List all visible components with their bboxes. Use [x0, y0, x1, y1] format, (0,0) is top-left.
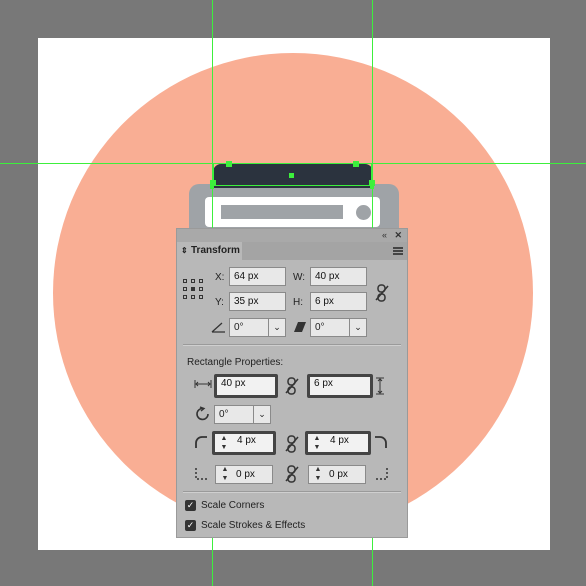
stepper-icon[interactable]: ▲ ▼ [219, 465, 231, 484]
close-icon[interactable]: ✕ [394, 230, 402, 241]
rectangle-properties-heading: Rectangle Properties: [187, 357, 284, 368]
height-icon [376, 377, 384, 395]
device-knob[interactable] [356, 205, 371, 220]
panel-menu-icon[interactable] [393, 247, 403, 255]
angle-value: 0° [234, 322, 244, 333]
reference-point-icon[interactable] [182, 278, 204, 300]
center-point [289, 173, 294, 178]
stepper-icon[interactable]: ▲ ▼ [218, 434, 230, 453]
rotation-value: 0° [219, 409, 229, 420]
divider [183, 344, 401, 346]
y-label: Y: [215, 297, 224, 308]
device-bar[interactable] [221, 205, 343, 219]
angle-dropdown[interactable]: 0° ⌄ [229, 318, 286, 337]
corner-tr-icon [375, 436, 387, 448]
rect-height-field[interactable]: 6 px [307, 374, 373, 398]
corner-br-value: 0 px [329, 469, 348, 480]
checkbox-icon[interactable]: ✓ [185, 500, 196, 511]
w-label: W: [293, 272, 306, 283]
rect-rotation-dropdown[interactable]: 0° ⌄ [214, 405, 271, 424]
corner-bl-value: 0 px [236, 469, 255, 480]
link-icon[interactable] [285, 377, 299, 395]
link-icon[interactable] [285, 435, 299, 453]
rotate-icon [196, 406, 209, 421]
x-field[interactable]: 64 px [229, 267, 286, 286]
tab-transform[interactable]: ⇕ Transform [177, 242, 242, 260]
tab-bar: ⇕ Transform [177, 242, 407, 260]
chevron-down-icon[interactable]: ⌄ [349, 319, 366, 336]
corner-tl-icon [195, 436, 207, 448]
corner-tr-value: 4 px [330, 435, 349, 446]
scale-corners-label[interactable]: Scale Corners [201, 500, 264, 511]
guide-horizontal[interactable] [0, 163, 586, 164]
shear-dropdown[interactable]: 0° ⌄ [310, 318, 367, 337]
w-field[interactable]: 40 px [310, 267, 367, 286]
rect-width-field[interactable]: 40 px [214, 374, 278, 398]
h-label: H: [293, 297, 303, 308]
corner-bl-icon [195, 468, 209, 480]
checkbox-icon[interactable]: ✓ [185, 520, 196, 531]
collapse-icon[interactable]: « [382, 230, 387, 240]
x-label: X: [215, 272, 225, 283]
stepper-icon[interactable]: ▲ ▼ [312, 465, 324, 484]
angle-icon [211, 322, 225, 333]
scale-strokes-label[interactable]: Scale Strokes & Effects [201, 520, 305, 531]
anchor-handle[interactable] [353, 161, 359, 167]
y-field[interactable]: 35 px [229, 292, 286, 311]
divider [183, 491, 401, 493]
width-icon [194, 380, 212, 388]
stepper-icon[interactable]: ▲ ▼ [311, 434, 323, 453]
shear-value: 0° [315, 322, 325, 333]
chevron-down-icon[interactable]: ⌄ [268, 319, 285, 336]
anchor-handle[interactable] [226, 161, 232, 167]
shear-icon [294, 322, 306, 332]
tab-label: Transform [191, 245, 240, 256]
panel-title-bar[interactable]: « ✕ [177, 229, 407, 242]
h-field[interactable]: 6 px [310, 292, 367, 311]
chevron-down-icon[interactable]: ⌄ [253, 406, 270, 423]
corner-br-icon [374, 468, 388, 480]
expand-arrows-icon[interactable]: ⇕ [181, 242, 188, 260]
corner-tl-value: 4 px [237, 435, 256, 446]
link-icon[interactable] [285, 465, 299, 483]
link-icon[interactable] [375, 284, 389, 302]
transform-panel: « ✕ ⇕ Transform X: 64 px W: 40 px Y: 35 … [176, 228, 408, 538]
